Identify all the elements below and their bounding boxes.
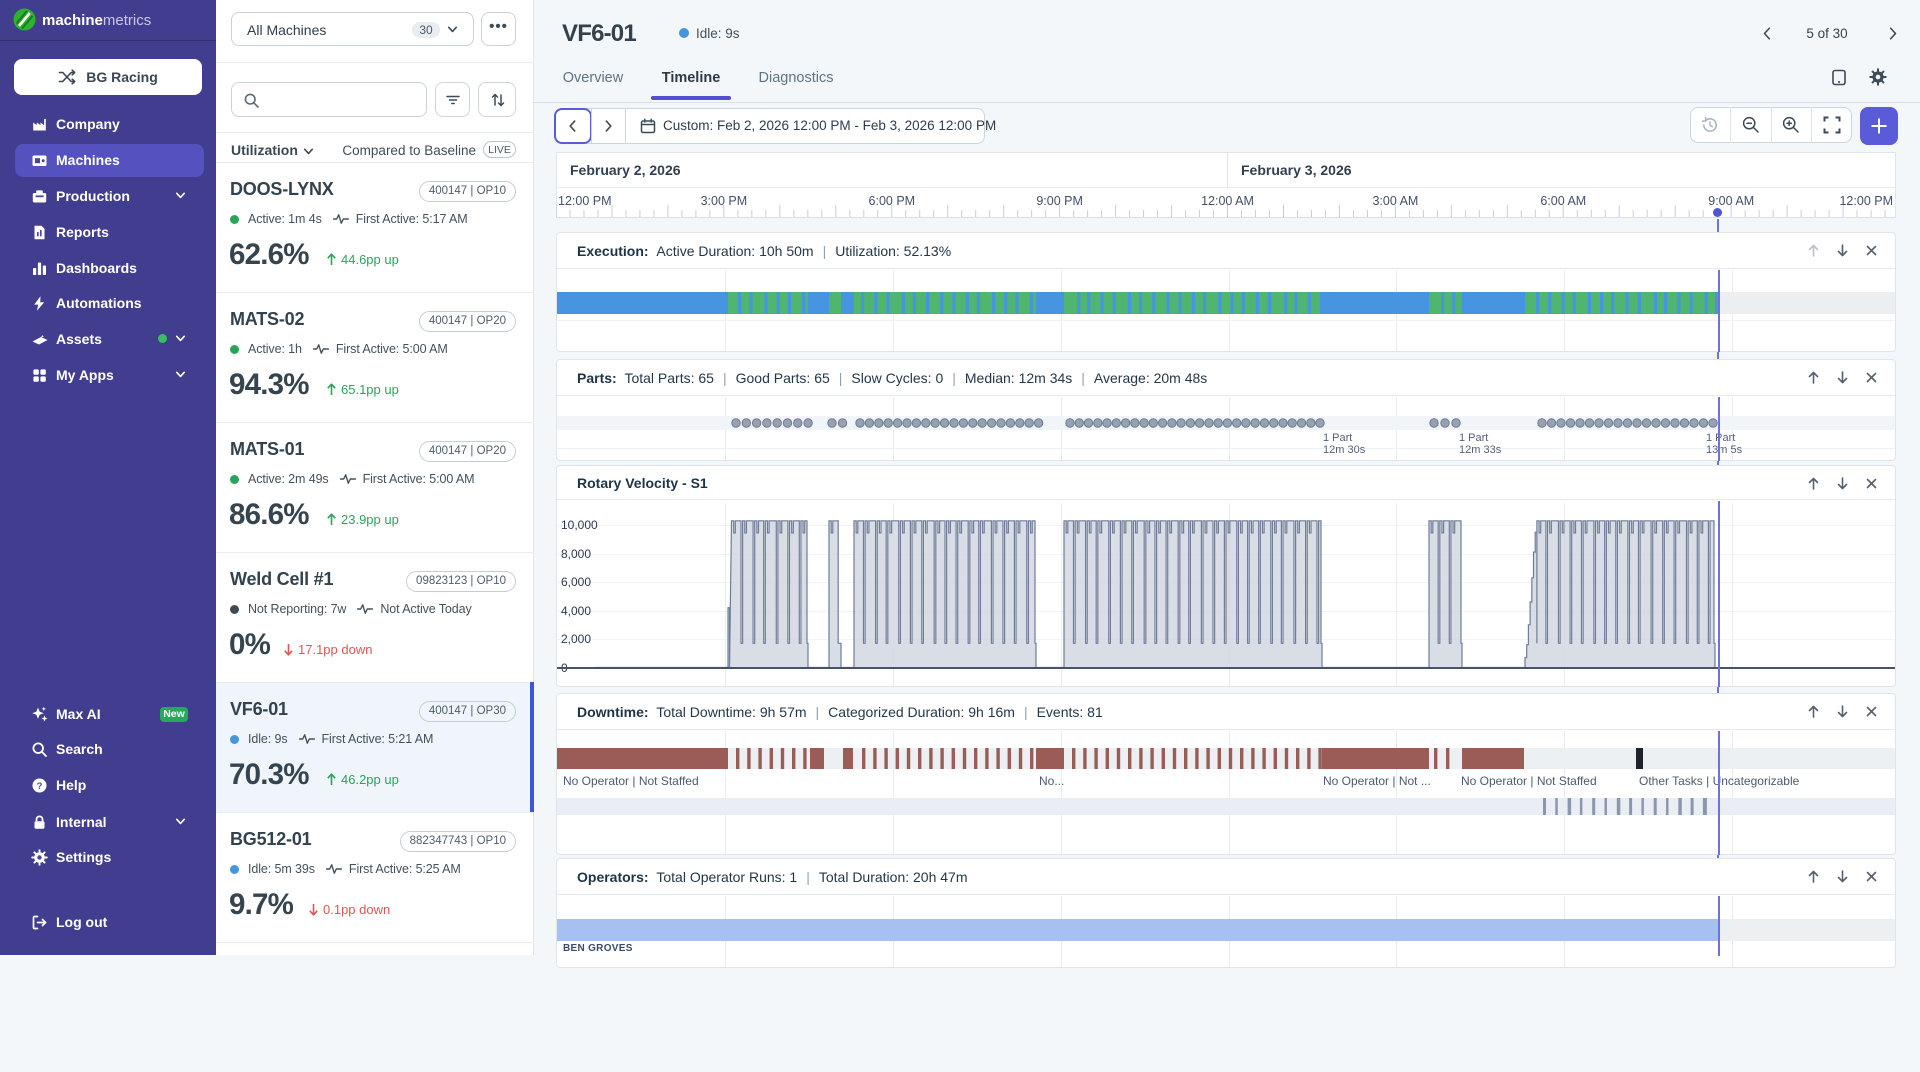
svg-text:?: ?: [37, 781, 43, 792]
